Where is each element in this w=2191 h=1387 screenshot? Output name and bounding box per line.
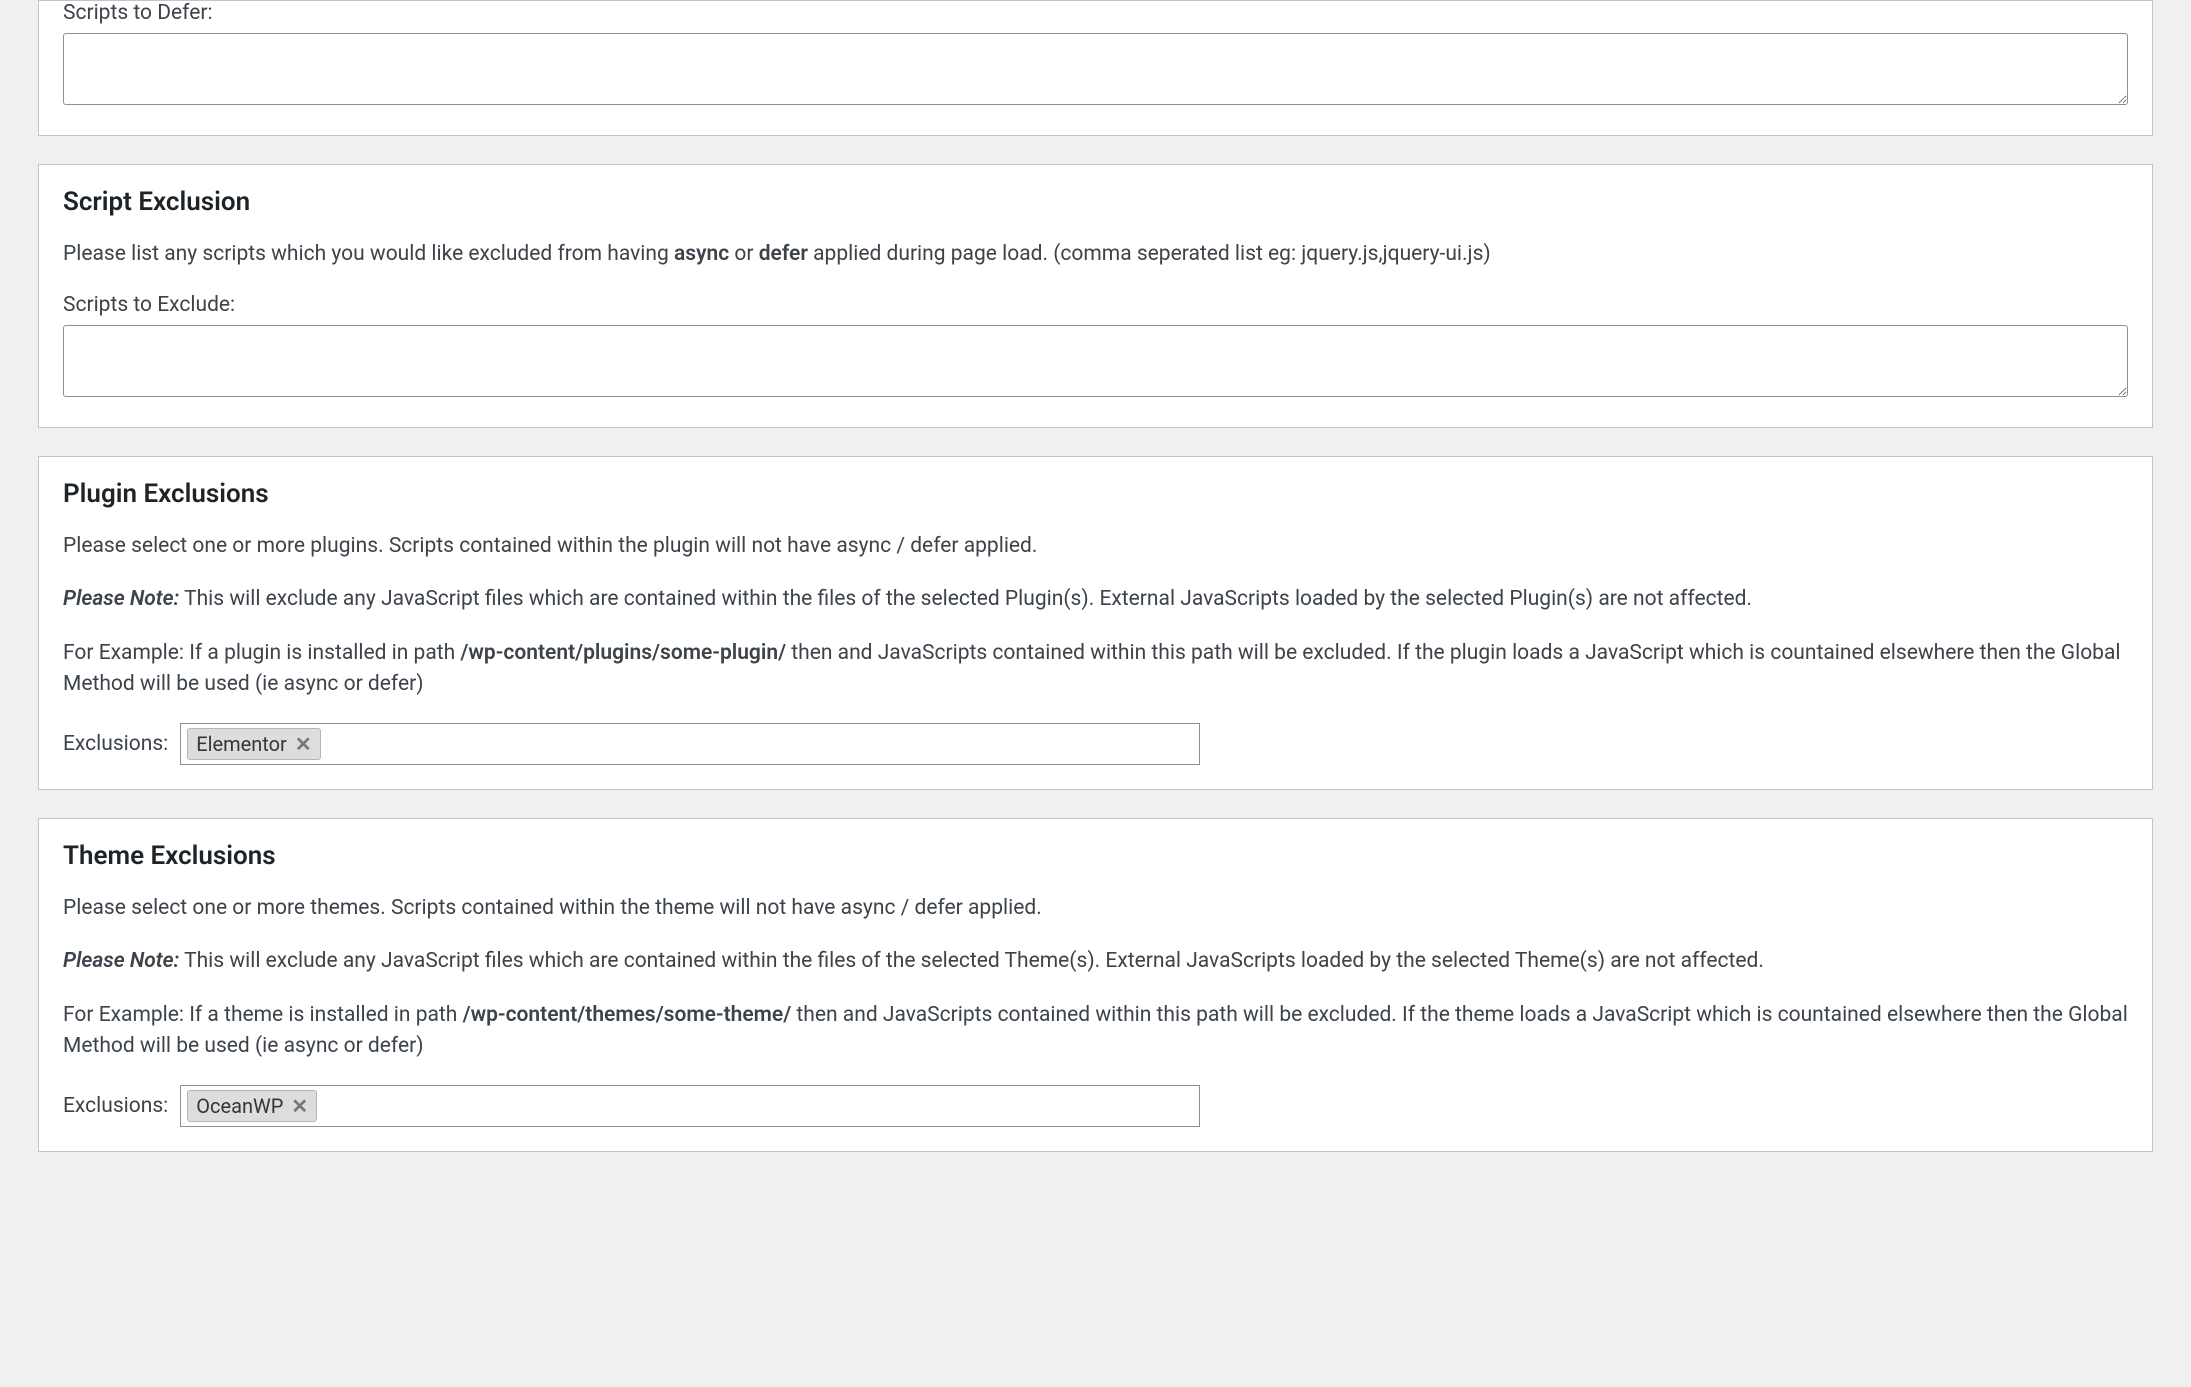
- scripts-to-defer-textarea[interactable]: [63, 33, 2128, 105]
- panel-plugin-exclusions: Plugin Exclusions Please select one or m…: [38, 456, 2153, 790]
- plugin-exclusions-example: For Example: If a plugin is installed in…: [63, 638, 2128, 701]
- theme-exclusions-example: For Example: If a theme is installed in …: [63, 1000, 2128, 1063]
- token-oceanwp[interactable]: OceanWP ✕: [187, 1090, 317, 1122]
- note-label: Please Note:: [63, 949, 179, 973]
- theme-exclusions-note: Please Note: This will exclude any JavaS…: [63, 946, 2128, 978]
- theme-exclusions-token-label: Exclusions:: [63, 1094, 168, 1118]
- example-path: /wp-content/themes/some-theme/: [463, 1003, 792, 1027]
- plugin-exclusions-token-box[interactable]: Elementor ✕: [180, 723, 1200, 765]
- scripts-to-exclude-textarea[interactable]: [63, 325, 2128, 397]
- desc-text: Please list any scripts which you would …: [63, 242, 674, 266]
- token-elementor[interactable]: Elementor ✕: [187, 728, 320, 760]
- theme-exclusions-token-box[interactable]: OceanWP ✕: [180, 1085, 1200, 1127]
- theme-exclusions-row: Exclusions: OceanWP ✕: [63, 1085, 2128, 1127]
- token-label-text: OceanWP: [196, 1094, 283, 1118]
- token-label-text: Elementor: [196, 732, 287, 756]
- note-label: Please Note:: [63, 587, 179, 611]
- plugin-exclusions-row: Exclusions: Elementor ✕: [63, 723, 2128, 765]
- panel-scripts-defer: Scripts to Defer:: [38, 0, 2153, 136]
- script-exclusion-description: Please list any scripts which you would …: [63, 239, 2128, 271]
- remove-token-icon[interactable]: ✕: [295, 734, 312, 754]
- plugin-exclusions-heading: Plugin Exclusions: [63, 479, 2128, 509]
- scripts-to-exclude-label: Scripts to Exclude:: [63, 293, 2128, 317]
- note-text: This will exclude any JavaScript files w…: [179, 949, 1764, 973]
- plugin-exclusions-p1: Please select one or more plugins. Scrip…: [63, 531, 2128, 563]
- example-path: /wp-content/plugins/some-plugin/: [460, 641, 786, 665]
- theme-exclusions-heading: Theme Exclusions: [63, 841, 2128, 871]
- example-pre: For Example: If a plugin is installed in…: [63, 641, 460, 665]
- remove-token-icon[interactable]: ✕: [291, 1096, 308, 1116]
- desc-text: or: [729, 242, 759, 266]
- theme-exclusions-p1: Please select one or more themes. Script…: [63, 893, 2128, 925]
- desc-text: applied during page load. (comma seperat…: [808, 242, 1491, 266]
- desc-bold-async: async: [674, 242, 729, 266]
- plugin-exclusions-token-label: Exclusions:: [63, 732, 168, 756]
- panel-theme-exclusions: Theme Exclusions Please select one or mo…: [38, 818, 2153, 1152]
- note-text: This will exclude any JavaScript files w…: [179, 587, 1752, 611]
- scripts-to-defer-label: Scripts to Defer:: [63, 1, 2128, 25]
- script-exclusion-heading: Script Exclusion: [63, 187, 2128, 217]
- plugin-exclusions-note: Please Note: This will exclude any JavaS…: [63, 584, 2128, 616]
- panel-script-exclusion: Script Exclusion Please list any scripts…: [38, 164, 2153, 428]
- desc-bold-defer: defer: [759, 242, 808, 266]
- example-pre: For Example: If a theme is installed in …: [63, 1003, 463, 1027]
